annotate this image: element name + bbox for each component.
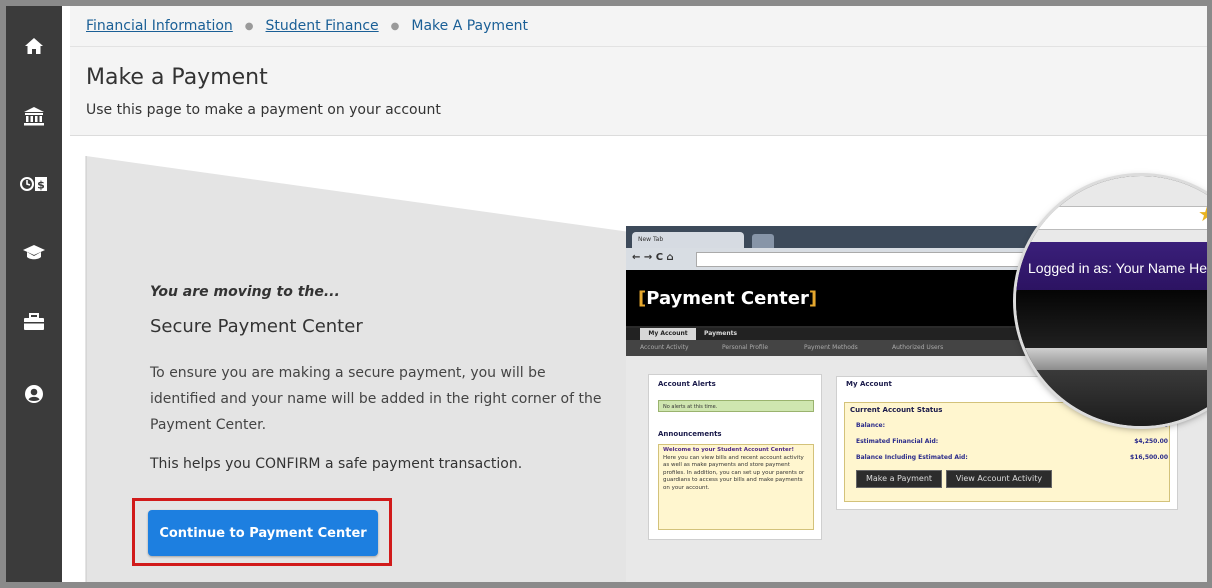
preview-subnav-item: Personal Profile <box>722 344 769 351</box>
magnified-url-field <box>1026 206 1207 230</box>
preview-row-label: Balance: <box>856 422 886 429</box>
home-icon <box>25 38 43 54</box>
preview-tab-my-account: My Account <box>640 328 696 340</box>
breadcrumb: Financial Information ● Student Finance … <box>70 6 1207 47</box>
magnifier-circle: ★ ⚙ Logged in as: Your Name He <box>1016 176 1207 426</box>
breadcrumb-student-finance[interactable]: Student Finance <box>266 18 379 34</box>
breadcrumb-separator: ● <box>390 20 400 32</box>
bank-icon <box>24 107 44 126</box>
confirm-text: This helps you CONFIRM a safe payment tr… <box>150 456 523 472</box>
magnified-bottom <box>1016 370 1207 426</box>
preview-welcome-title: Welcome to your Student Account Center! <box>663 447 794 453</box>
preview-browser-tab: New Tab <box>632 232 744 248</box>
preview-alerts-heading: Account Alerts <box>658 380 716 388</box>
preview-view-activity-button: View Account Activity <box>946 470 1052 488</box>
svg-text:$: $ <box>37 179 45 192</box>
payment-clock-icon: $ <box>20 177 47 192</box>
preview-no-alerts: No alerts at this time. <box>658 400 814 412</box>
preview-row-value: $4,250.00 <box>1134 438 1168 445</box>
preview-new-tab <box>752 234 774 248</box>
ensure-text: To ensure you are making a secure paymen… <box>150 365 602 433</box>
sidebar-item-employment[interactable] <box>6 302 62 342</box>
sidebar-item-profile[interactable] <box>6 374 62 414</box>
preview-announcements-heading: Announcements <box>658 430 722 438</box>
main-area: Financial Information ● Student Finance … <box>70 6 1207 582</box>
preview-my-account-heading: My Account <box>846 380 892 388</box>
sidebar-item-academics[interactable] <box>6 232 62 272</box>
magnified-nav-bar <box>1016 348 1207 370</box>
preview-welcome-body: Here you can view bills and recent accou… <box>663 454 805 491</box>
sidebar-item-home[interactable] <box>6 26 62 66</box>
preview-row-value: $16,500.00 <box>1130 454 1168 461</box>
breadcrumb-separator: ● <box>244 20 254 32</box>
graduation-cap-icon <box>23 245 45 260</box>
briefcase-icon <box>24 313 44 330</box>
preview-status-heading: Current Account Status <box>850 406 943 414</box>
breadcrumb-current: Make A Payment <box>411 18 529 34</box>
logged-in-text: Logged in as: Your Name He <box>1028 260 1207 276</box>
sidebar-item-payments[interactable]: $ <box>6 164 62 204</box>
preview-title: [Payment Center] <box>638 288 818 309</box>
page-header: Make a Payment Use this page to make a p… <box>70 47 1207 136</box>
page-subtitle: Use this page to make a payment on your … <box>86 102 441 118</box>
preview-subnav-item: Payment Methods <box>804 344 858 351</box>
preview-make-payment-button: Make a Payment <box>856 470 942 488</box>
secure-payment-heading: Secure Payment Center <box>150 316 363 337</box>
page-title: Make a Payment <box>86 65 268 90</box>
app-window: $ Financial Information ● Student Financ… <box>6 6 1207 582</box>
preview-row-label: Estimated Financial Aid: <box>856 438 939 445</box>
breadcrumb-financial-information[interactable]: Financial Information <box>86 18 233 34</box>
preview-title-text: Payment Center <box>646 288 809 309</box>
moving-text: You are moving to the... <box>150 284 340 300</box>
continue-to-payment-center-button[interactable]: Continue to Payment Center <box>148 510 378 556</box>
preview-row-label: Balance Including Estimated Aid: <box>856 454 968 461</box>
star-icon: ★ <box>1198 202 1207 226</box>
sidebar: $ <box>6 6 62 582</box>
preview-subnav-item: Account Activity <box>640 344 689 351</box>
user-icon <box>25 385 43 403</box>
sidebar-item-bank[interactable] <box>6 96 62 136</box>
content-panel: You are moving to the... Secure Payment … <box>70 136 1207 582</box>
preview-subnav-item: Authorized Users <box>892 344 944 351</box>
preview-tab-payments: Payments <box>704 330 738 337</box>
preview-welcome-box: Welcome to your Student Account Center! … <box>658 444 814 530</box>
preview-nav-icons: ← → C ⌂ <box>632 252 674 263</box>
